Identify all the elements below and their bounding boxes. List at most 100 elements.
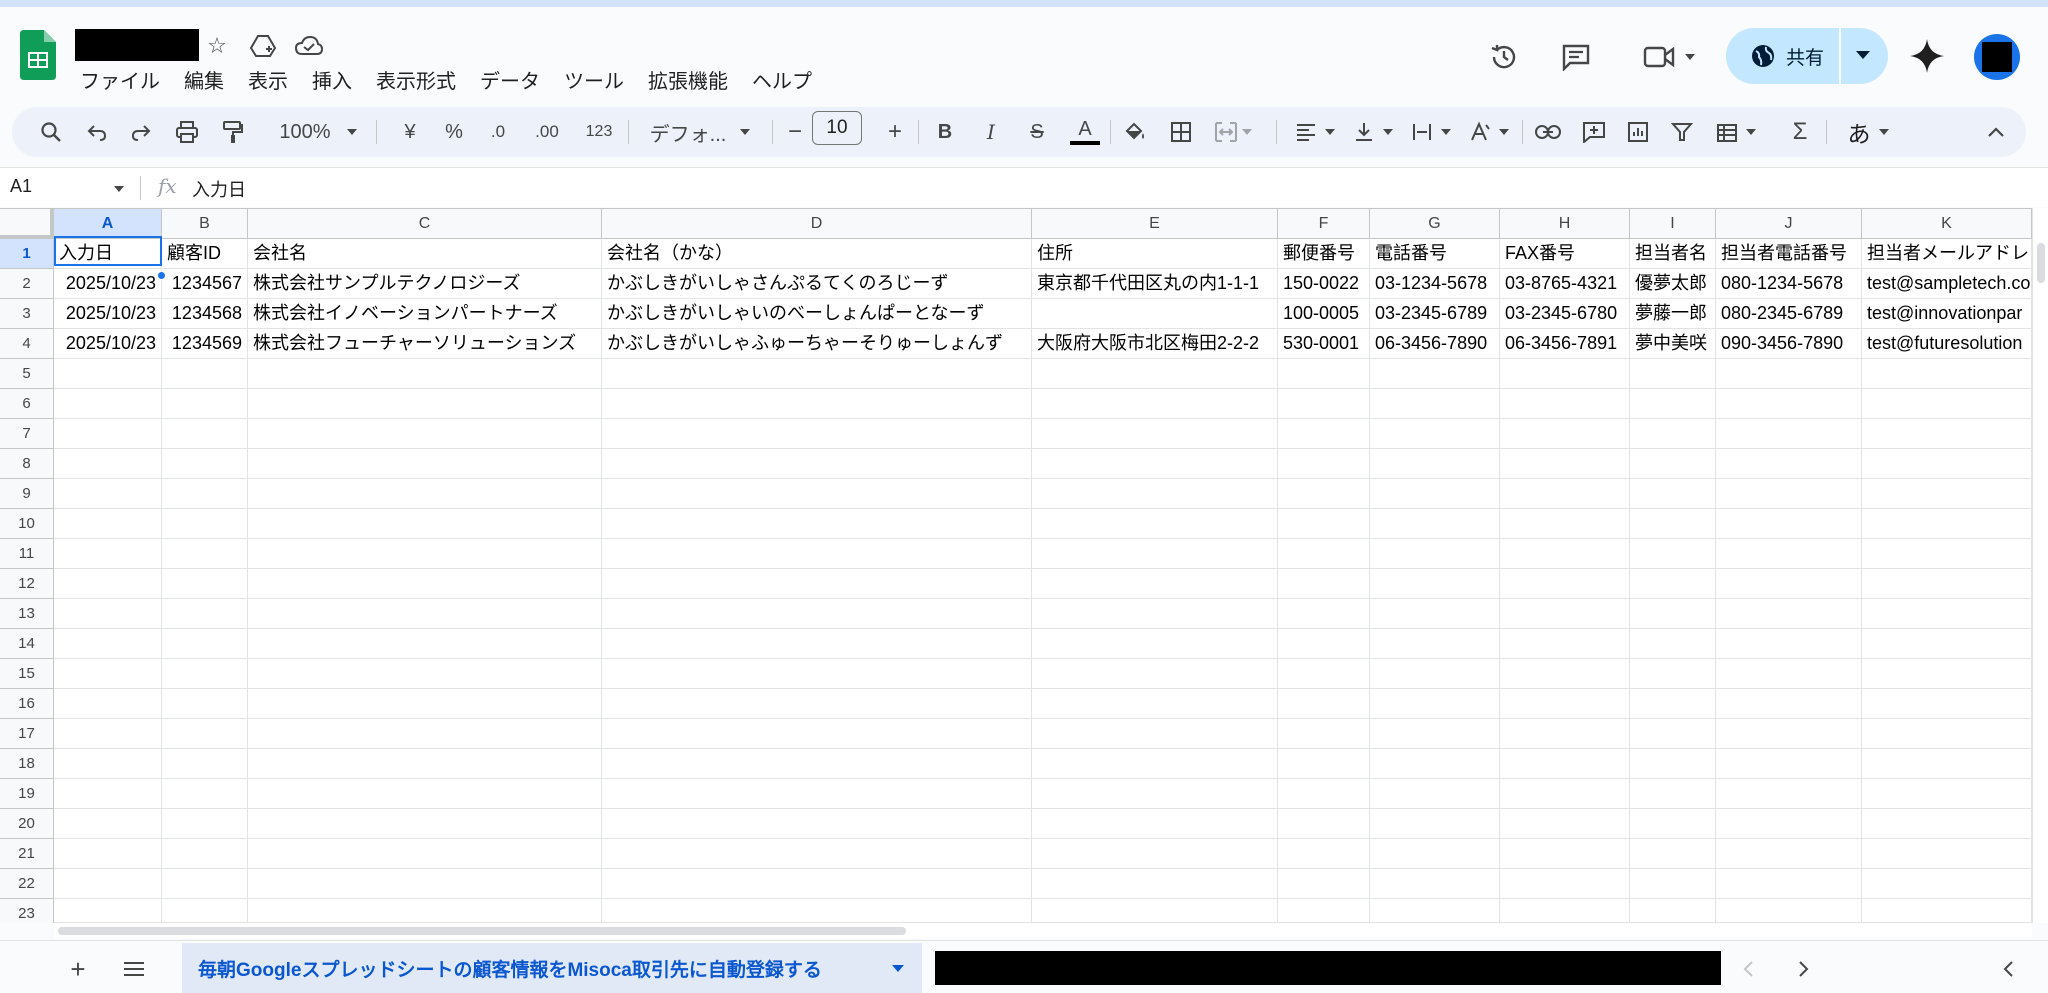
cell-d6[interactable] <box>602 389 1032 419</box>
collapse-toolbar-chevron-icon[interactable] <box>1978 107 2014 157</box>
cell-e9[interactable] <box>1032 479 1278 509</box>
filter-views-icon[interactable] <box>1710 107 1762 157</box>
cell-e8[interactable] <box>1032 449 1278 479</box>
cell-h13[interactable] <box>1500 599 1630 629</box>
cell-e1[interactable]: 住所 <box>1032 239 1278 269</box>
menu-extensions[interactable]: 拡張機能 <box>636 67 740 97</box>
cell-b11[interactable] <box>162 539 248 569</box>
cell-h9[interactable] <box>1500 479 1630 509</box>
cell-k8[interactable] <box>1862 449 2032 479</box>
cell-e10[interactable] <box>1032 509 1278 539</box>
cell-i7[interactable] <box>1630 419 1716 449</box>
cell-a5[interactable] <box>54 359 162 389</box>
star-icon[interactable]: ☆ <box>202 31 232 61</box>
cell-i18[interactable] <box>1630 749 1716 779</box>
cell-g17[interactable] <box>1370 719 1500 749</box>
cell-e16[interactable] <box>1032 689 1278 719</box>
cell-k16[interactable] <box>1862 689 2032 719</box>
cell-j3[interactable]: 080-2345-6789 <box>1716 299 1862 329</box>
cell-i22[interactable] <box>1630 869 1716 899</box>
menu-format[interactable]: 表示形式 <box>364 67 468 97</box>
cell-b13[interactable] <box>162 599 248 629</box>
meet-camera-icon[interactable] <box>1634 37 1704 77</box>
cell-c4[interactable]: 株式会社フューチャーソリューションズ <box>248 329 602 359</box>
cell-g18[interactable] <box>1370 749 1500 779</box>
cell-g10[interactable] <box>1370 509 1500 539</box>
row-header-23[interactable]: 23 <box>0 899 54 923</box>
cell-b3[interactable]: 1234568 <box>162 299 248 329</box>
column-header-c[interactable]: C <box>248 209 602 239</box>
row-header-19[interactable]: 19 <box>0 779 54 809</box>
cell-h3[interactable]: 03-2345-6780 <box>1500 299 1630 329</box>
row-header-3[interactable]: 3 <box>0 299 54 329</box>
cell-a8[interactable] <box>54 449 162 479</box>
cell-f15[interactable] <box>1278 659 1370 689</box>
cell-c20[interactable] <box>248 809 602 839</box>
cell-d4[interactable]: かぶしきがいしゃふゅーちゃーそりゅーしょんず <box>602 329 1032 359</box>
cell-f9[interactable] <box>1278 479 1370 509</box>
cell-g21[interactable] <box>1370 839 1500 869</box>
strikethrough-icon[interactable]: S <box>1022 107 1052 157</box>
row-header-12[interactable]: 12 <box>0 569 54 599</box>
cell-d16[interactable] <box>602 689 1032 719</box>
cell-k6[interactable] <box>1862 389 2032 419</box>
cell-i13[interactable] <box>1630 599 1716 629</box>
cell-k4[interactable]: test@futuresolution <box>1862 329 2032 359</box>
bold-icon[interactable]: B <box>930 107 960 157</box>
cell-e18[interactable] <box>1032 749 1278 779</box>
cell-i17[interactable] <box>1630 719 1716 749</box>
cell-a15[interactable] <box>54 659 162 689</box>
column-header-f[interactable]: F <box>1278 209 1370 239</box>
cell-j12[interactable] <box>1716 569 1862 599</box>
cell-d21[interactable] <box>602 839 1032 869</box>
cell-f6[interactable] <box>1278 389 1370 419</box>
cell-e20[interactable] <box>1032 809 1278 839</box>
menu-insert[interactable]: 挿入 <box>300 67 364 97</box>
cell-k21[interactable] <box>1862 839 2032 869</box>
text-wrapping-icon[interactable] <box>1406 107 1456 157</box>
cell-a19[interactable] <box>54 779 162 809</box>
cell-j18[interactable] <box>1716 749 1862 779</box>
cell-i4[interactable]: 夢中美咲 <box>1630 329 1716 359</box>
cell-f22[interactable] <box>1278 869 1370 899</box>
cell-g1[interactable]: 電話番号 <box>1370 239 1500 269</box>
cell-a22[interactable] <box>54 869 162 899</box>
cell-c19[interactable] <box>248 779 602 809</box>
cell-f10[interactable] <box>1278 509 1370 539</box>
cell-g5[interactable] <box>1370 359 1500 389</box>
cell-h15[interactable] <box>1500 659 1630 689</box>
cell-h19[interactable] <box>1500 779 1630 809</box>
scroll-tabs-left-icon[interactable] <box>1730 951 1766 987</box>
cell-c7[interactable] <box>248 419 602 449</box>
cell-c21[interactable] <box>248 839 602 869</box>
version-history-icon[interactable] <box>1484 37 1524 77</box>
redo-icon[interactable] <box>126 107 156 157</box>
cell-i9[interactable] <box>1630 479 1716 509</box>
borders-icon[interactable] <box>1164 107 1198 157</box>
print-icon[interactable] <box>172 107 202 157</box>
cell-j7[interactable] <box>1716 419 1862 449</box>
cell-k5[interactable] <box>1862 359 2032 389</box>
cell-d11[interactable] <box>602 539 1032 569</box>
cell-k23[interactable] <box>1862 899 2032 923</box>
add-sheet-icon[interactable]: + <box>60 951 96 987</box>
row-header-10[interactable]: 10 <box>0 509 54 539</box>
cell-h8[interactable] <box>1500 449 1630 479</box>
cell-c5[interactable] <box>248 359 602 389</box>
cell-a23[interactable] <box>54 899 162 923</box>
horizontal-align-icon[interactable] <box>1290 107 1340 157</box>
decrease-font-size-icon[interactable]: − <box>780 107 810 157</box>
cell-c22[interactable] <box>248 869 602 899</box>
scroll-tabs-right-icon[interactable] <box>1786 951 1822 987</box>
cell-e12[interactable] <box>1032 569 1278 599</box>
cell-c10[interactable] <box>248 509 602 539</box>
cell-g8[interactable] <box>1370 449 1500 479</box>
cell-h2[interactable]: 03-8765-4321 <box>1500 269 1630 299</box>
cell-i21[interactable] <box>1630 839 1716 869</box>
row-header-21[interactable]: 21 <box>0 839 54 869</box>
cell-f23[interactable] <box>1278 899 1370 923</box>
column-header-g[interactable]: G <box>1370 209 1500 239</box>
cell-d23[interactable] <box>602 899 1032 923</box>
cell-g16[interactable] <box>1370 689 1500 719</box>
cell-k3[interactable]: test@innovationpar <box>1862 299 2032 329</box>
